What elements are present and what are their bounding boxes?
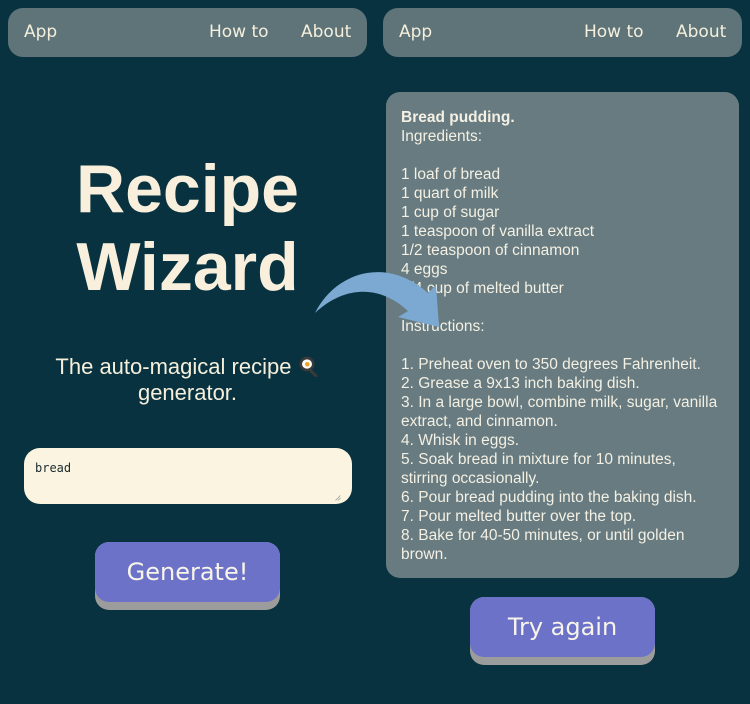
subtitle-text: The auto-magical recipe — [55, 354, 292, 379]
ingredient-input-value: bread — [35, 461, 72, 475]
left-screen: App How to About Recipe Wizard The auto-… — [0, 0, 375, 704]
ingredient-input[interactable]: bread — [24, 448, 352, 504]
nav-about-link[interactable]: About — [301, 22, 351, 42]
navbar: App How to About — [383, 8, 742, 57]
instruction-step: 1. Preheat oven to 350 degrees Fahrenhei… — [401, 356, 701, 373]
resize-grip-icon[interactable] — [335, 488, 341, 501]
generate-button[interactable]: Generate! — [95, 542, 280, 610]
instruction-step: 2. Grease a 9x13 inch baking dish. — [401, 375, 640, 392]
ingredient-item: 1 teaspoon of vanilla extract — [401, 223, 595, 240]
recipe-title: Bread pudding. — [401, 109, 515, 126]
ingredient-item: 1 cup of sugar — [401, 204, 500, 221]
nav-app-link[interactable]: App — [399, 22, 432, 42]
instruction-step: 4. Whisk in eggs. — [401, 432, 520, 449]
right-screen: App How to About Bread pudding. Ingredie… — [375, 0, 750, 704]
instruction-step: 3. In a large bowl, combine milk, sugar,… — [401, 394, 718, 430]
title-line-1: Recipe — [76, 151, 299, 227]
ingredients-heading: Ingredients: — [401, 128, 482, 145]
ingredient-item: 1/4 cup of melted butter — [401, 280, 564, 297]
ingredient-item: 4 eggs — [401, 261, 448, 278]
instruction-step: 7. Pour melted butter over the top. — [401, 508, 637, 525]
nav-how-to-link[interactable]: How to — [584, 22, 644, 42]
nav-how-to-link[interactable]: How to — [209, 22, 269, 42]
nav-app-link[interactable]: App — [24, 22, 57, 42]
ingredient-item: 1/2 teaspoon of cinnamon — [401, 242, 580, 259]
frying-pan-egg-icon — [298, 355, 320, 378]
nav-about-link[interactable]: About — [676, 22, 726, 42]
title-line-2: Wizard — [76, 229, 299, 305]
generate-button-label: Generate! — [95, 542, 280, 602]
instruction-step: 6. Pour bread pudding into the baking di… — [401, 489, 697, 506]
navbar: App How to About — [8, 8, 367, 57]
instruction-step: 5. Soak bread in mixture for 10 minutes,… — [401, 451, 676, 487]
instructions-heading: Instructions: — [401, 318, 485, 335]
try-again-button[interactable]: Try again — [470, 597, 655, 665]
subtitle-text-2: generator. — [137, 380, 238, 405]
page-title: Recipe Wizard — [0, 150, 375, 306]
try-again-button-label: Try again — [470, 597, 655, 657]
recipe-card: Bread pudding. Ingredients: 1 loaf of br… — [386, 92, 739, 578]
ingredient-item: 1 loaf of bread — [401, 166, 501, 183]
ingredient-item: 1 quart of milk — [401, 185, 499, 202]
instruction-step: 8. Bake for 40-50 minutes, or until gold… — [401, 527, 685, 563]
subtitle: The auto-magical recipe generator. — [30, 354, 345, 406]
